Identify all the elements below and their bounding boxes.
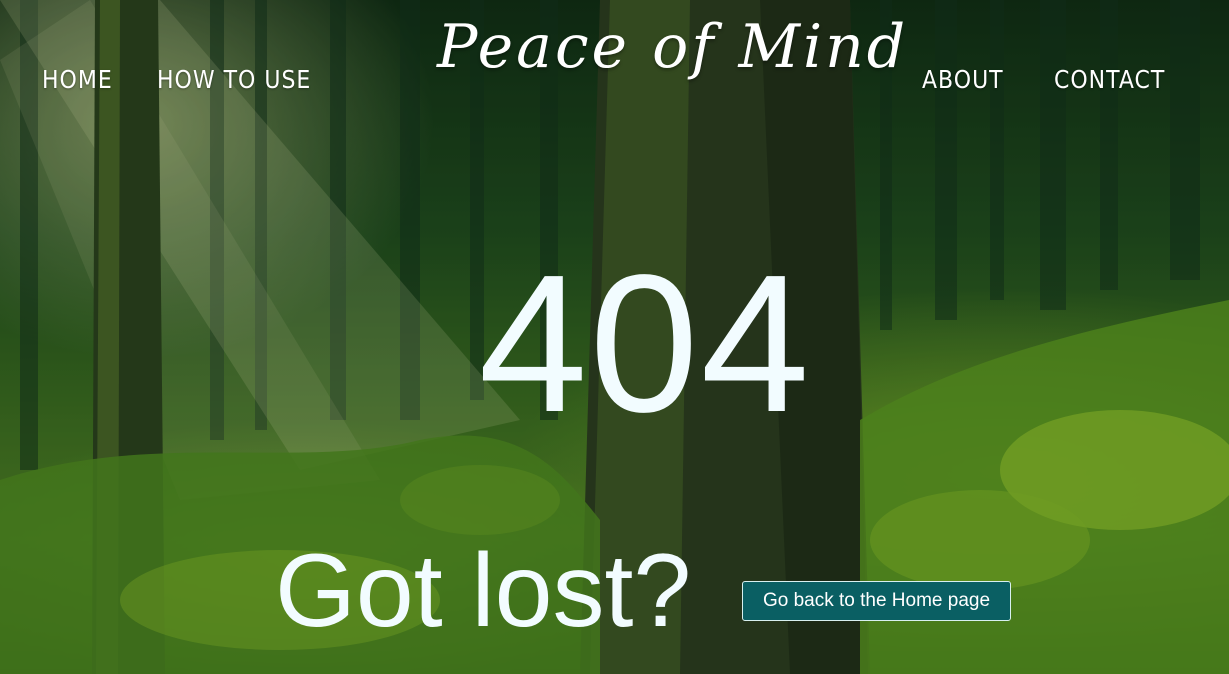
site-title-logo[interactable]: Peace of Mind	[437, 12, 905, 82]
nav-about-link[interactable]: ABOUT	[922, 66, 1004, 95]
error-code-404: 404	[478, 234, 812, 453]
back-to-home-button[interactable]: Go back to the Home page	[742, 581, 1011, 621]
nav-home-link[interactable]: HOME	[42, 66, 113, 95]
nav-contact-link[interactable]: CONTACT	[1054, 66, 1165, 95]
got-lost-message: Got lost?	[275, 533, 692, 649]
nav-how-to-use-link[interactable]: HOW TO USE	[157, 66, 311, 95]
